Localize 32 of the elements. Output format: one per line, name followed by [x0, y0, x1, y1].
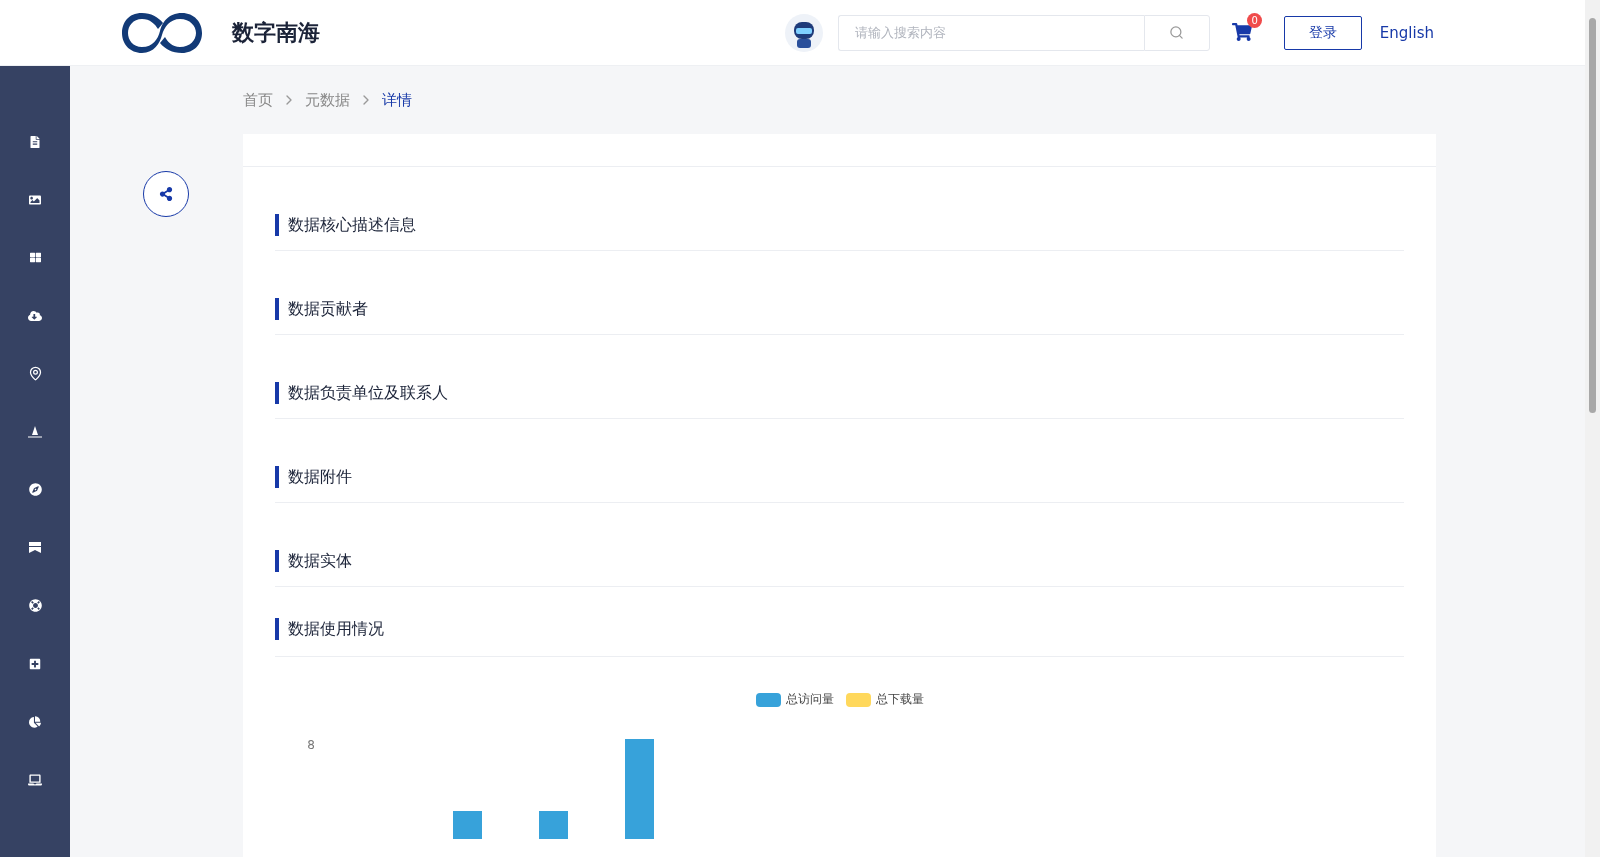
scrollbar[interactable]: [1585, 0, 1600, 857]
laptop-icon[interactable]: [27, 772, 43, 787]
axis-tick-label: 8: [306, 738, 315, 754]
share-button[interactable]: [143, 171, 189, 217]
cart-count: 0: [1247, 12, 1262, 28]
section-title: 数据附件: [275, 466, 1404, 488]
section-title: 数据负责单位及联系人: [275, 382, 1404, 404]
robot-avatar-icon[interactable]: [783, 12, 824, 53]
cone-icon[interactable]: [27, 424, 43, 439]
section-title: 数据贡献者: [275, 298, 1404, 320]
compass-icon[interactable]: [27, 482, 43, 497]
section-title: 数据核心描述信息: [275, 214, 1404, 236]
login-button[interactable]: 登录: [1283, 15, 1362, 50]
legend-label: 总下载量: [875, 691, 924, 708]
chart-bar: [539, 811, 568, 839]
search-field[interactable]: 请输入搜索内容: [837, 14, 1144, 51]
life-ring-icon[interactable]: [27, 598, 43, 613]
map-pin-icon[interactable]: [27, 366, 43, 381]
breadcrumb-link[interactable]: 详情: [382, 90, 412, 110]
cloud-download-icon[interactable]: [27, 308, 43, 323]
banner-icon[interactable]: [27, 540, 43, 555]
search-icon: [1169, 25, 1185, 40]
site-title: 数字南海: [232, 18, 320, 47]
section-title: 数据使用情况: [275, 618, 1404, 640]
cart-icon[interactable]: [1231, 21, 1252, 42]
legend-label: 总访问量: [785, 691, 834, 708]
language-link[interactable]: English: [1379, 23, 1434, 42]
chart-bar: [453, 811, 482, 839]
pie-chart-icon[interactable]: [27, 714, 43, 729]
share-icon: [159, 187, 173, 201]
grid-icon[interactable]: [27, 250, 43, 265]
section-title: 数据实体: [275, 550, 1404, 572]
